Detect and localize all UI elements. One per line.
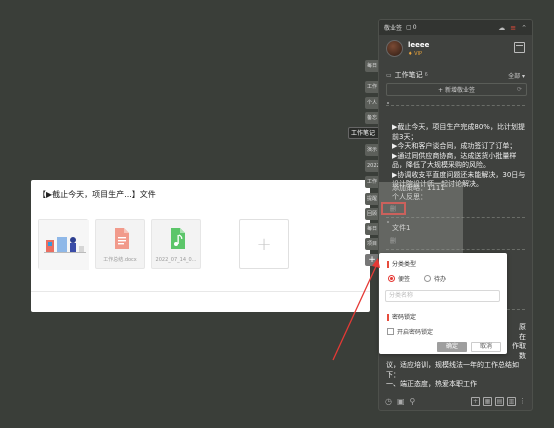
divider bbox=[386, 105, 525, 106]
file-name: 工作总结.docx bbox=[103, 257, 137, 263]
section-header: ▭ 工作笔记 6 bbox=[386, 70, 428, 80]
confirm-button[interactable]: 确定 bbox=[437, 342, 467, 352]
tab-category[interactable]: 每日 bbox=[365, 223, 379, 235]
more-icon[interactable]: ⋮ bbox=[519, 397, 526, 405]
vip-badge: ♦ VIP bbox=[408, 51, 422, 57]
password-lock-row: 开启密码锁定 bbox=[387, 327, 433, 336]
password-lock-title: 密码锁定 bbox=[387, 314, 416, 321]
note-line: ▶截止今天，项目生产完成80%，比计划提前3天； bbox=[392, 123, 525, 141]
menu-icon[interactable]: ≡ bbox=[510, 24, 516, 32]
image-thumbnail-icon bbox=[39, 220, 89, 270]
file-tile-audio[interactable]: 2022_07_14_0... bbox=[151, 219, 201, 269]
calendar-icon[interactable] bbox=[514, 42, 525, 53]
file-name: 2022_07_14_0... bbox=[155, 257, 197, 263]
panel-top-bar: 敬业签 ▢ 0 ☁ ≡ ⌃ bbox=[379, 20, 532, 35]
tab-category[interactable]: 2022 bbox=[365, 160, 379, 172]
cloud-icon[interactable]: ☁ bbox=[498, 24, 505, 32]
document-title: 【▶截止今天，项目生产...】文件 bbox=[38, 190, 156, 199]
tab-category[interactable]: 个人 bbox=[365, 97, 379, 109]
grid-icon[interactable]: ▦ bbox=[483, 396, 492, 406]
app-name: 敬业签 bbox=[384, 25, 403, 32]
radio-todo[interactable] bbox=[424, 275, 432, 282]
tab-category[interactable]: 回顾 bbox=[365, 208, 379, 220]
category-popup: 分类类型 便签 待办 分类名称 密码锁定 开启密码锁定 确定 取消 bbox=[379, 253, 507, 354]
tab-category[interactable]: 每日 bbox=[365, 60, 379, 72]
tab-category[interactable]: 项目 bbox=[365, 238, 379, 250]
note-line: ▶通过同供应商协商，达成送货小批量样品，降低了大规模采购的风险。 bbox=[392, 151, 517, 170]
note-line: ▶今天和客户谈合同，成功签订了订单； bbox=[392, 142, 517, 150]
note-bullet: ˚ bbox=[386, 102, 390, 111]
radio-note[interactable] bbox=[388, 275, 395, 282]
filter-dropdown[interactable]: 全部 ▾ bbox=[508, 71, 525, 80]
tab-category[interactable]: 工作 bbox=[365, 176, 379, 188]
add-icon[interactable]: + bbox=[471, 396, 480, 406]
audio-file-icon bbox=[171, 228, 185, 249]
message-count: 0 bbox=[412, 24, 417, 31]
tab-category[interactable]: 备忘 bbox=[365, 112, 379, 124]
section-count: 6 bbox=[424, 72, 428, 78]
notebook-icon: ▭ bbox=[386, 71, 392, 79]
category-type-options: 便签 待办 bbox=[388, 274, 446, 283]
cancel-button[interactable]: 取消 bbox=[471, 342, 501, 352]
add-category-tab[interactable]: + bbox=[365, 254, 379, 266]
clock-icon[interactable]: ◷ bbox=[385, 397, 392, 406]
tab-category[interactable]: 演示 bbox=[365, 144, 379, 156]
collapse-icon[interactable]: ⌃ bbox=[521, 24, 527, 32]
new-note-button[interactable]: + 新增敬业签 ⟳ bbox=[386, 83, 527, 96]
option-todo-label: 待办 bbox=[434, 276, 447, 283]
file-tile-docx[interactable]: 工作总结.docx bbox=[95, 219, 145, 269]
user-name: leeee bbox=[408, 41, 430, 49]
category-name-input[interactable]: 分类名称 bbox=[385, 290, 500, 302]
tab-work-notes-active[interactable]: 工作笔记 bbox=[348, 127, 379, 139]
filter-label: 全部 bbox=[508, 73, 521, 80]
panel-bottom-bar: ◷ ▣ ⚲ + ▦ ▤ ▥ ⋮ bbox=[379, 392, 532, 410]
tab-category[interactable]: 提醒 bbox=[365, 193, 379, 205]
avatar[interactable] bbox=[386, 40, 403, 57]
board-icon[interactable]: ▥ bbox=[507, 396, 516, 406]
image-icon[interactable]: ▤ bbox=[495, 396, 504, 406]
note-line: 议，适应培训，规模线法一年的工作总结如下： bbox=[386, 361, 519, 379]
note-line: 一、端正态度，热爱本职工作 bbox=[386, 380, 477, 388]
calendar-small-icon[interactable]: ▣ bbox=[397, 397, 405, 406]
search-icon[interactable]: ⚲ bbox=[410, 397, 416, 406]
password-lock-checkbox[interactable] bbox=[387, 328, 394, 335]
document-icon bbox=[115, 228, 129, 249]
tab-category[interactable]: 工作 bbox=[365, 81, 379, 93]
file-tile-image[interactable] bbox=[38, 219, 89, 270]
refresh-icon[interactable]: ⟳ bbox=[517, 86, 522, 93]
message-icon[interactable]: ▢ bbox=[406, 24, 412, 31]
section-title: 工作笔记 bbox=[394, 71, 423, 79]
add-file-button[interactable]: + bbox=[239, 219, 289, 269]
document-card: 【▶截止今天，项目生产...】文件 工作总结.docx 2022_07_14_0… bbox=[31, 180, 370, 312]
divider bbox=[31, 291, 370, 292]
vip-label: VIP bbox=[414, 51, 422, 57]
category-type-title: 分类类型 bbox=[387, 261, 416, 268]
new-note-label: + 新增敬业签 bbox=[438, 87, 475, 94]
note-content[interactable]: ▶截止今天，项目生产完成80%，比计划提前3天； ▶今天和客户谈合同，成功签订了… bbox=[392, 123, 529, 190]
option-note-label: 便签 bbox=[398, 276, 411, 283]
password-lock-label: 开启密码锁定 bbox=[397, 329, 434, 336]
